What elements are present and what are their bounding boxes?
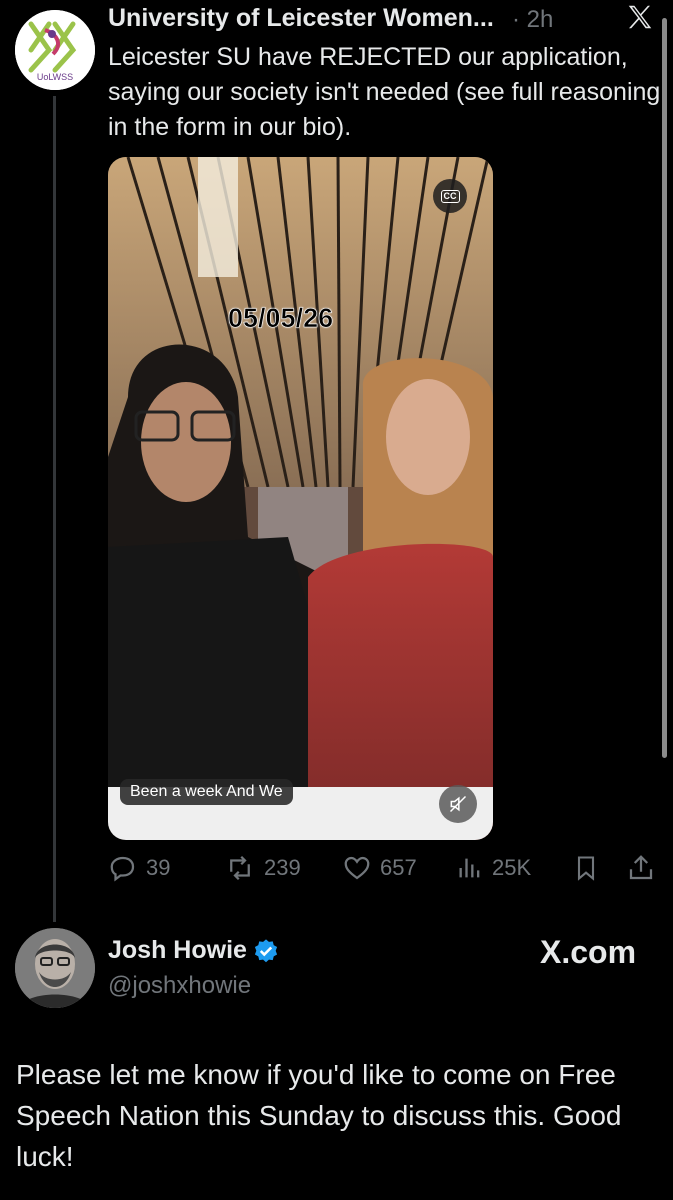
view-count: 25K (492, 855, 532, 880)
repost-button[interactable]: 239 (224, 853, 301, 883)
cc-icon: CC (440, 189, 460, 203)
like-icon (344, 856, 370, 880)
site-label: X.com (540, 934, 637, 970)
reply-button[interactable]: 39 (108, 853, 170, 883)
share-icon (629, 855, 653, 880)
repost-count: 239 (264, 855, 301, 880)
author-avatar[interactable]: UoLWSS (15, 10, 95, 90)
like-button[interactable]: 657 (342, 853, 417, 883)
x-logo-icon (624, 2, 656, 37)
reply-icon (110, 856, 135, 882)
views-button[interactable]: 25K (456, 853, 531, 883)
bookmark-button[interactable] (572, 853, 600, 883)
tweet-actions: 39 239 657 25K (108, 853, 663, 889)
like-count: 657 (380, 855, 417, 880)
verified-badge-icon (252, 937, 280, 970)
thread-line (53, 96, 56, 922)
profile-photo (15, 928, 95, 1008)
captions-button[interactable]: CC (433, 179, 467, 213)
tweet-timestamp[interactable]: · 2h (512, 6, 553, 34)
video-frame (108, 157, 493, 840)
reply-author-avatar[interactable] (15, 928, 95, 1008)
date-overlay: 05/05/26 (228, 303, 334, 334)
svg-text:UoLWSS: UoLWSS (37, 72, 73, 82)
reply-text: Please let me know if you'd like to come… (16, 1059, 622, 1172)
reply-author-name[interactable]: Josh Howie (108, 936, 247, 965)
mute-button[interactable] (439, 785, 477, 823)
author-name[interactable]: University of Leicester Women... (108, 4, 494, 33)
views-icon (459, 858, 480, 878)
mute-icon (449, 795, 467, 813)
reply-count: 39 (146, 855, 171, 880)
bookmark-icon (577, 856, 595, 881)
reply-author-handle[interactable]: @joshxhowie (108, 972, 251, 1000)
society-logo: UoLWSS (15, 10, 95, 90)
video-player[interactable]: CC 05/05/26 Been a week And We (108, 157, 493, 840)
video-caption: Been a week And We (120, 779, 293, 805)
share-button[interactable] (626, 853, 656, 883)
repost-icon (230, 855, 250, 881)
tweet-text: Leicester SU have REJECTED our applicati… (108, 43, 661, 141)
